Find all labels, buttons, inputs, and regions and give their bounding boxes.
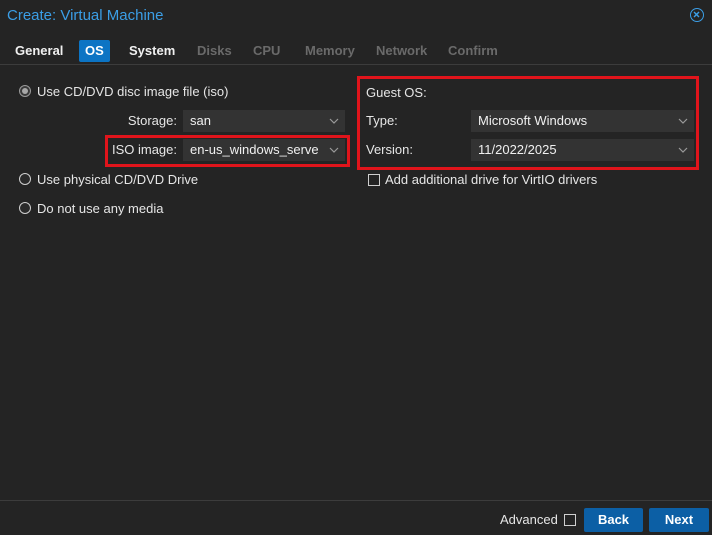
tab-disks: Disks [197,43,232,58]
iso-image-value: en-us_windows_serve [190,142,319,157]
virtio-drive-label: Add additional drive for VirtIO drivers [385,172,598,187]
chevron-down-icon [678,118,688,124]
chevron-down-icon [678,147,688,153]
version-label: Version: [366,142,413,157]
dialog-footer: Advanced Back Next [0,500,712,535]
back-button[interactable]: Back [584,508,643,532]
os-type-select[interactable]: Microsoft Windows [471,110,694,132]
os-type-value: Microsoft Windows [478,113,588,128]
storage-select[interactable]: san [183,110,345,132]
window-title: Create: Virtual Machine [7,7,164,24]
use-iso-radio[interactable] [19,85,31,97]
storage-label: Storage: [127,113,177,128]
next-button[interactable]: Next [649,508,709,532]
physical-drive-radio[interactable] [19,173,31,185]
no-media-label: Do not use any media [37,201,164,216]
guest-os-title: Guest OS: [366,85,427,100]
iso-image-label: ISO image: [111,142,177,157]
advanced-label: Advanced [500,512,558,527]
tab-system[interactable]: System [123,40,181,62]
virtio-drive-checkbox[interactable] [368,174,380,186]
tab-os[interactable]: OS [79,40,110,62]
iso-image-select[interactable]: en-us_windows_serve [183,139,345,161]
tab-network: Network [376,43,428,58]
physical-drive-label: Use physical CD/DVD Drive [37,172,199,187]
window-titlebar: Create: Virtual Machine [0,0,712,34]
no-media-radio[interactable] [19,202,31,214]
tab-memory: Memory [305,43,355,58]
tab-confirm: Confirm [448,43,498,58]
storage-value: san [190,113,211,128]
use-iso-label: Use CD/DVD disc image file (iso) [37,84,229,99]
type-label: Type: [366,113,398,128]
advanced-checkbox[interactable] [564,514,576,526]
close-icon[interactable] [690,8,704,22]
tab-general[interactable]: General [9,40,69,62]
tab-cpu: CPU [253,43,281,58]
chevron-down-icon [329,147,339,153]
os-version-select[interactable]: 11/2022/2025 [471,139,694,161]
os-version-value: 11/2022/2025 [478,142,557,157]
chevron-down-icon [329,118,339,124]
wizard-tabs: General OS System Disks CPU Memory Netwo… [0,38,712,65]
